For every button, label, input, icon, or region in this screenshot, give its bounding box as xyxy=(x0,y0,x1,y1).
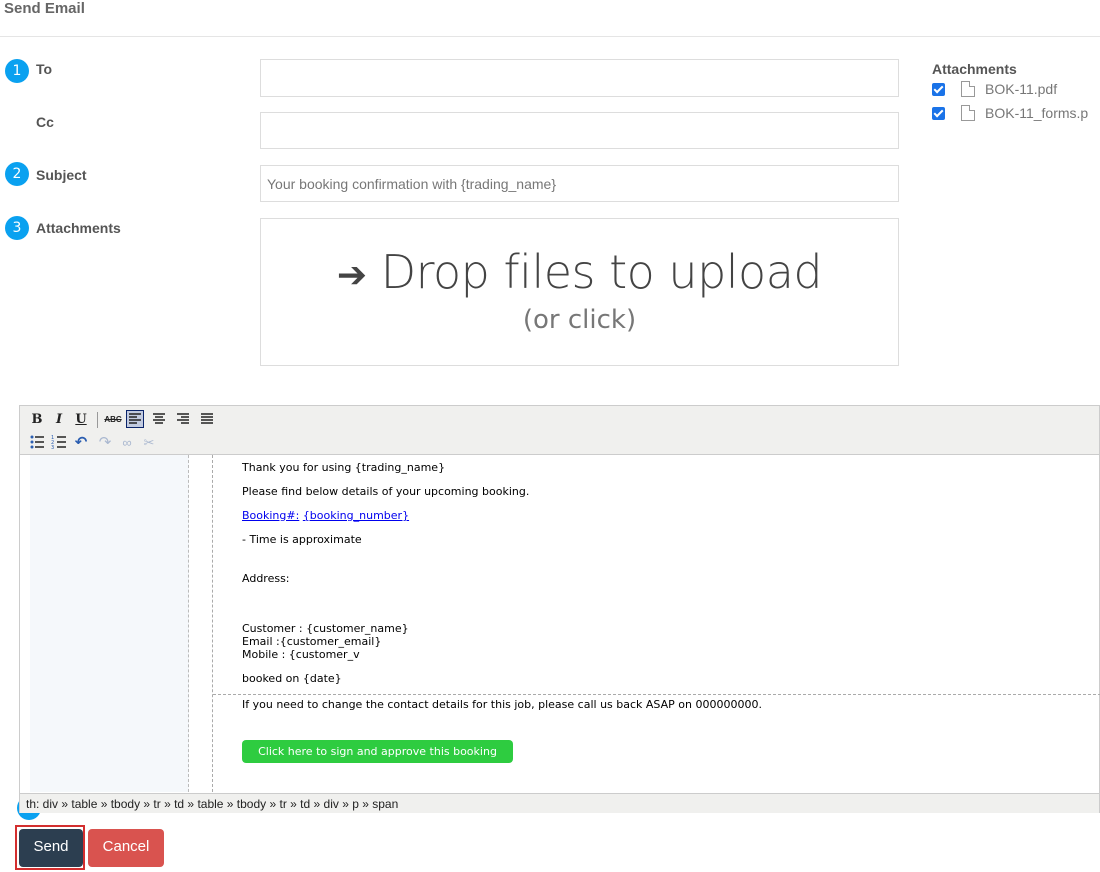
editor-left-cell xyxy=(30,455,189,792)
attachment-filename: BOK-11.pdf xyxy=(985,81,1058,97)
editor-toolbar: B I U ABC 123 ↶ ↷ ∞ ✂ xyxy=(20,406,1099,455)
attachment-checkbox[interactable] xyxy=(932,82,945,96)
to-label: To xyxy=(36,61,53,77)
editor-cell-border xyxy=(212,455,213,792)
pdf-file-icon xyxy=(961,105,975,121)
to-input[interactable] xyxy=(260,59,899,97)
arrow-right-icon: ➔ xyxy=(336,255,367,296)
cc-label: Cc xyxy=(36,114,54,130)
step-badge-3: 3 xyxy=(5,216,29,240)
attachment-item: BOK-11_forms.p xyxy=(932,105,1088,121)
align-right-icon[interactable] xyxy=(174,411,192,429)
step-badge-1: 1 xyxy=(5,59,29,83)
file-dropzone[interactable]: ➔ Drop files to upload (or click) xyxy=(260,218,899,366)
link-icon[interactable]: ∞ xyxy=(118,434,136,452)
cancel-button[interactable]: Cancel xyxy=(88,829,164,867)
align-center-icon[interactable] xyxy=(150,411,168,429)
rich-text-editor: B I U ABC 123 ↶ ↷ ∞ ✂ Thank you for usin… xyxy=(19,405,1100,813)
editor-text-line[interactable]: Address: xyxy=(242,572,290,585)
editor-text-line[interactable]: If you need to change the contact detail… xyxy=(242,698,762,711)
numbered-list-icon[interactable]: 123 xyxy=(50,434,68,452)
booking-number[interactable]: {booking_number} xyxy=(303,509,409,522)
header-divider xyxy=(0,36,1100,37)
subject-label: Subject xyxy=(36,167,87,183)
attachment-filename: BOK-11_forms.p xyxy=(985,105,1089,121)
page-title: Send Email xyxy=(4,0,85,17)
bold-icon[interactable]: B xyxy=(28,411,46,429)
sign-approve-button[interactable]: Click here to sign and approve this book… xyxy=(242,740,513,763)
editor-text-line[interactable]: Customer : {customer_name} xyxy=(242,622,409,635)
attachment-item: BOK-11.pdf xyxy=(932,81,1057,97)
editor-text-line[interactable]: Thank you for using {trading_name} xyxy=(242,461,445,474)
align-left-icon[interactable] xyxy=(126,410,144,428)
align-justify-icon[interactable] xyxy=(198,411,216,429)
undo-icon[interactable]: ↶ xyxy=(72,434,90,452)
strikethrough-icon[interactable]: ABC xyxy=(104,411,122,429)
editor-path-bar: th: div » table » tbody » tr » td » tabl… xyxy=(20,793,1099,813)
dropzone-main: ➔ Drop files to upload xyxy=(261,245,898,299)
bullet-list-icon[interactable] xyxy=(28,434,46,452)
pdf-file-icon xyxy=(961,81,975,97)
attachment-checkbox[interactable] xyxy=(932,106,945,120)
editor-text-line[interactable]: - Time is approximate xyxy=(242,533,362,546)
editor-text-line[interactable]: Email :{customer_email} xyxy=(242,635,381,648)
underline-icon[interactable]: U xyxy=(72,411,90,429)
dropzone-sub-text: (or click) xyxy=(522,305,637,335)
editor-row-border xyxy=(213,694,1100,695)
booking-number-line[interactable]: Booking#: {booking_number} xyxy=(242,509,409,522)
attachments-panel-title: Attachments xyxy=(932,61,1017,77)
svg-text:3: 3 xyxy=(51,445,54,450)
booking-link[interactable]: Booking#: xyxy=(242,509,299,522)
cc-input[interactable] xyxy=(260,112,899,149)
step-badge-2: 2 xyxy=(5,162,29,186)
subject-input[interactable]: Your booking confirmation with {trading_… xyxy=(260,165,899,202)
attachments-label: Attachments xyxy=(36,220,121,236)
redo-icon[interactable]: ↷ xyxy=(96,434,114,452)
editor-text-line[interactable]: Mobile : {customer_v xyxy=(242,648,360,661)
subject-value: Your booking confirmation with {trading_… xyxy=(267,175,557,192)
unlink-icon[interactable]: ✂ xyxy=(140,434,158,452)
editor-text-line[interactable]: booked on {date} xyxy=(242,672,342,685)
editor-text-line[interactable]: Please find below details of your upcomi… xyxy=(242,485,529,498)
toolbar-divider xyxy=(97,412,98,428)
dropzone-main-text: Drop files to upload xyxy=(380,245,823,299)
italic-icon[interactable]: I xyxy=(50,411,68,429)
send-button[interactable]: Send xyxy=(19,829,83,867)
